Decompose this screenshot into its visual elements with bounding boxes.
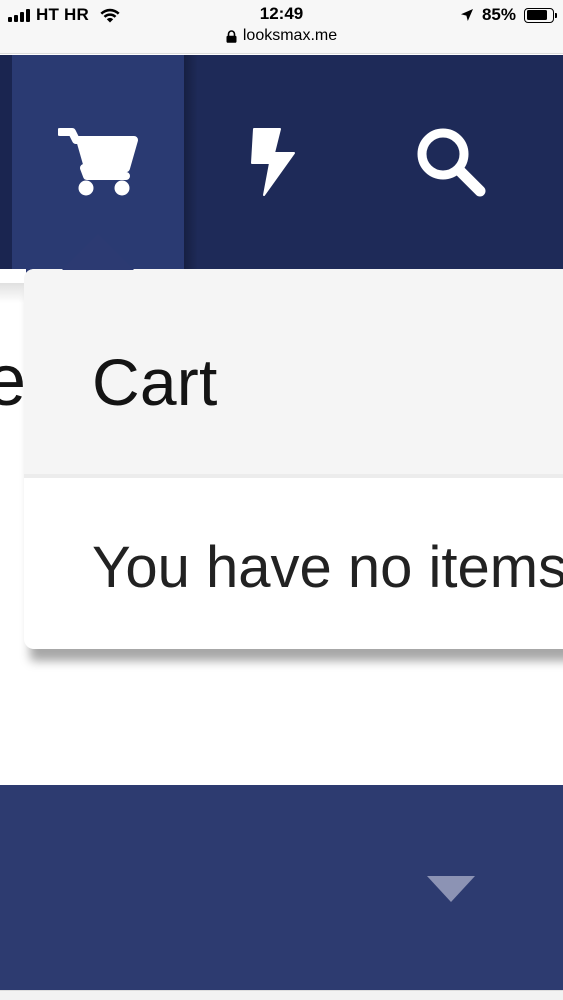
location-arrow-icon	[460, 9, 473, 21]
cart-dropdown-header: Cart	[24, 269, 563, 474]
dropdown-pointer	[62, 234, 134, 270]
lock-icon	[226, 29, 237, 43]
chevron-down-icon[interactable]	[427, 876, 475, 902]
address-bar[interactable]: looksmax.me	[0, 27, 563, 45]
cart-dropdown: Cart You have no items	[24, 269, 563, 649]
cart-divider	[24, 474, 563, 478]
shopping-cart-icon	[58, 128, 138, 196]
lightning-bolt-icon	[251, 128, 295, 196]
battery-percentage: 85%	[481, 5, 516, 24]
nav-edge	[0, 55, 12, 269]
bottom-edge	[0, 990, 563, 1000]
nav-whats-new-button[interactable]	[184, 55, 362, 269]
bottom-bar	[0, 785, 563, 990]
url-text: looksmax.me	[242, 27, 338, 44]
page-text-fragment: e	[0, 341, 27, 421]
nav-search-button[interactable]	[362, 55, 540, 269]
battery-icon	[524, 7, 557, 23]
status-bar: HT HR 12:49 looksmax.me 85%	[0, 0, 563, 54]
cart-title: Cart	[92, 345, 218, 419]
cart-empty-message: You have no items	[92, 535, 563, 600]
search-icon	[417, 128, 486, 197]
page-shadow	[0, 283, 26, 303]
status-right: 85%	[460, 5, 557, 25]
